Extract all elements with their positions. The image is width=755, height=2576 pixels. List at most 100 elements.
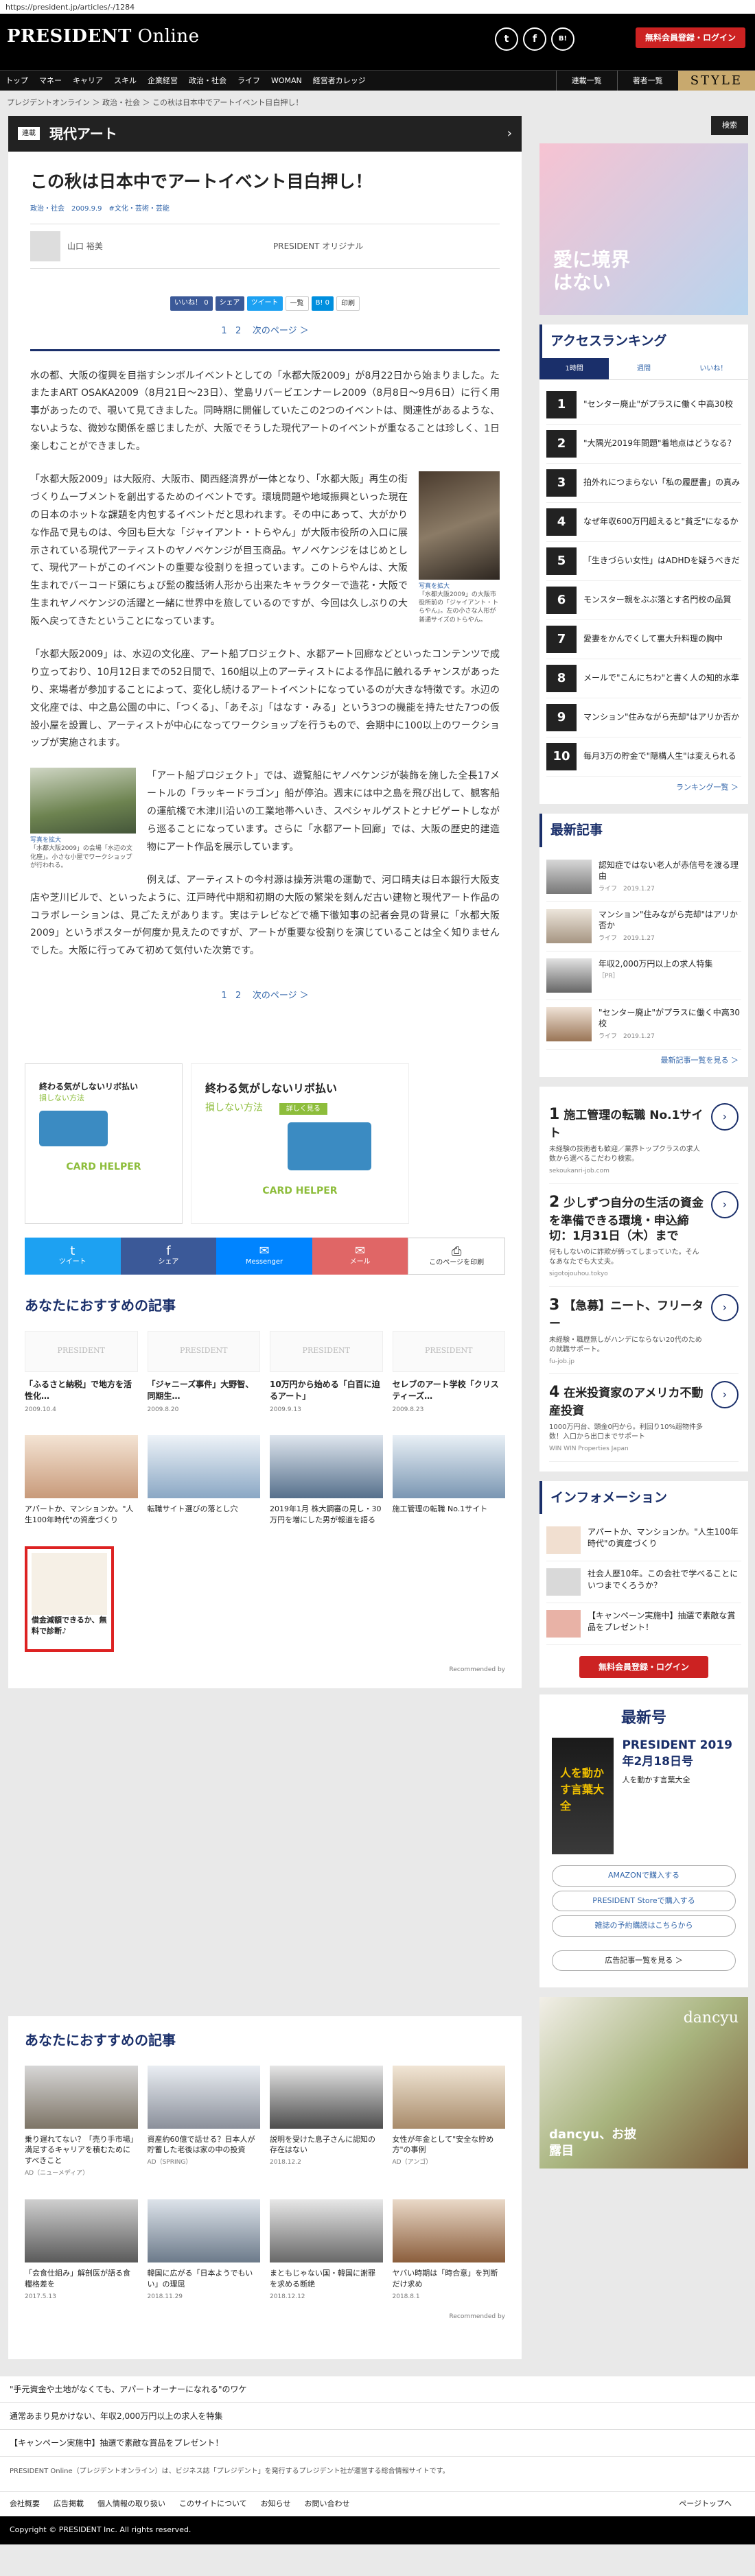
latest-item[interactable]: マンション"住みながら売却"はアリか否か ライフ 2019.1.27 [546, 902, 741, 952]
ranking-item[interactable]: 1 "センター廃止"がプラスに働く中高30校 [546, 386, 741, 425]
ranking-item[interactable]: 6 モンスター親をぶぶ落とす名門校の品質 [546, 581, 741, 620]
recommend-item[interactable]: 説明を受けた息子さんに認知の存在はない 2018.12.2 [270, 2065, 383, 2179]
sponsored-item[interactable]: 転職サイト選びの落とし穴 [147, 1435, 260, 1526]
magazine-cover[interactable]: 人を動かす言葉大全 [552, 1738, 614, 1855]
store-buy-button[interactable]: PRESIDENT Storeで購入する [552, 1890, 736, 1912]
chevron-right-icon[interactable]: › [711, 1103, 739, 1131]
dancyu-ad[interactable]: dancyu dancyu、お披露目 [539, 1997, 748, 2169]
nav-item-college[interactable]: 経営者カレッジ [307, 71, 371, 91]
footer-link[interactable]: 通常あまり見かけない、年収2,000万円以上の求人を特集 [0, 2403, 755, 2430]
sponsored-link-item[interactable]: 2 少しずつ自分の生活の資金を準備できる環境・申込締切：1月31日（木）まで 何もし… [549, 1184, 739, 1287]
latest-item[interactable]: "センター廃止"がプラスに働く中高30校 ライフ 2019.1.27 [546, 1000, 741, 1050]
subscription-button[interactable]: 雑誌の予約購読はこちらから [552, 1915, 736, 1937]
fb-share-button[interactable]: シェア [215, 296, 244, 311]
ranking-more-link[interactable]: ランキング一覧 ＞ [546, 777, 741, 799]
share-messenger-button[interactable]: ✉ Messenger [216, 1237, 312, 1275]
register-login-button[interactable]: 無料会員登録・ログイン [635, 27, 745, 48]
chevron-right-icon[interactable]: › [711, 1190, 739, 1218]
info-item[interactable]: アパートか、マンションか。"人生100年時代"の資産づくり [546, 1520, 741, 1562]
next-page-link[interactable]: 次のページ ＞ [253, 326, 309, 336]
sponsored-link-item[interactable]: 3 【急募】ニート、フリーター 未経験・職歴無しがハンデにならない20代のための就職… [549, 1287, 739, 1375]
nav-item-woman[interactable]: WOMAN [266, 71, 307, 91]
nav-item-life[interactable]: ライフ [232, 71, 266, 91]
waterside-culture-photo[interactable] [30, 768, 136, 834]
search-button[interactable]: 検索 [711, 115, 748, 135]
latest-item[interactable]: 年収2,000万円以上の求人特集 ［PR］ [546, 952, 741, 1000]
tab-like[interactable]: いいね！ [679, 358, 748, 379]
ad-detail-button[interactable]: 詳しく見る [279, 1102, 327, 1115]
tab-week[interactable]: 週間 [609, 358, 678, 379]
ad-revolving-1[interactable]: 終わる気がしないリボ払い 損しない方法 CARD HELPER [25, 1063, 183, 1224]
giant-torayan-photo[interactable] [419, 471, 500, 580]
recommend-item[interactable]: 乗り遅れてない？「売り手市場」満足するキャリアを積むためにすべきこと AD（ニュー… [25, 2065, 138, 2179]
ranking-item[interactable]: 10 毎月3万の貯金で"隠構人生"は変えられる [546, 737, 741, 777]
nav-item-money[interactable]: マネー [34, 71, 67, 91]
sponsored-item[interactable]: アパートか、マンションか。"人生100年時代"の資産づくり [25, 1435, 138, 1526]
print-button[interactable]: 印刷 [336, 296, 360, 311]
nav-item-career[interactable]: キャリア [67, 71, 108, 91]
author-name[interactable]: 山口 裕美 [67, 240, 273, 252]
magazine-row[interactable]: 人を動かす言葉大全 PRESIDENT 2019年2月18日号 人を動かす言葉大… [552, 1738, 736, 1855]
nav-item-skill[interactable]: スキル [108, 71, 142, 91]
sponsored-link-item[interactable]: 4 在米投資家のアメリカ不動産投資 1000万円台、頭金0円から。利回り10%超物件… [549, 1374, 739, 1462]
nav-author-list[interactable]: 著者一覧 [616, 71, 678, 91]
ranking-item[interactable]: 9 マンション"住みながら売却"はアリか否か [546, 698, 741, 737]
recommend-item[interactable]: 韓国に広がる「日本ようでもいい」の理屈 2018.11.29 [147, 2199, 260, 2302]
sponsored-item[interactable]: 施工管理の転職 No.1サイト [392, 1435, 505, 1526]
list-button[interactable]: 一覧 [285, 296, 309, 311]
ranking-item[interactable]: 8 メールで"こんにちわ"と書く人の知的水準 [546, 659, 741, 698]
facebook-icon[interactable]: f [523, 27, 546, 51]
amazon-buy-button[interactable]: AMAZONで購入する [552, 1865, 736, 1887]
latest-more-link[interactable]: 最新記事一覧を見る ＞ [546, 1050, 741, 1072]
hatena-button[interactable]: B! 0 [311, 296, 334, 311]
article-photo-2[interactable]: 写真を拡大 「水都大阪2009」の会場「水辺の文化座」。小さな小屋でワークショップ… [30, 768, 136, 870]
share-print-button[interactable]: ⎙ このページを印刷 [408, 1237, 505, 1275]
recommend-item[interactable]: PRESIDENT 「ふるさと納税」で地方を活性化… 2009.10.4 [25, 1330, 138, 1415]
latest-item[interactable]: 認知症ではない老人が赤信号を渡る理由 ライフ 2019.1.27 [546, 853, 741, 902]
hatena-icon[interactable]: B! [551, 27, 574, 51]
ad-revolving-2[interactable]: 終わる気がしないリボ払い 損しない方法 詳しく見る CARD HELPER [191, 1063, 409, 1224]
site-logo[interactable]: PRESIDENT Online [7, 23, 200, 50]
share-twitter-button[interactable]: t ツイート [25, 1237, 121, 1275]
nav-item-politics[interactable]: 政治・社会 [183, 71, 232, 91]
chevron-right-icon[interactable]: › [711, 1293, 739, 1321]
nav-series-list[interactable]: 連載一覧 [555, 71, 617, 91]
sponsored-link-item[interactable]: 1 施工管理の転職 No.1サイト 未経験の技術者も歓迎／業界トップクラスの求人数か… [549, 1096, 739, 1184]
recommend-item[interactable]: 女性が年金として"安全な貯め方"の事例 AD（アンゴ） [392, 2065, 505, 2179]
ranking-item[interactable]: 4 なぜ年収600万円超えると"貧乏"になるか [546, 503, 741, 542]
info-item[interactable]: 社会人歴10年。この会社で学べることにいつまでくろうか？ [546, 1561, 741, 1604]
page-1-link[interactable]: 1 [221, 326, 226, 336]
recommend-item[interactable]: PRESIDENT 10万円から始める「白百に迫るアート」 2009.9.13 [270, 1330, 383, 1415]
article-meta[interactable]: 政治・社会 2009.9.9 #文化・芸術・芸能 [30, 204, 500, 214]
twitter-icon[interactable]: t [495, 27, 518, 51]
sidebar-register-button[interactable]: 無料会員登録・ログイン [579, 1656, 708, 1679]
recommend-item[interactable]: まともじゃない国・韓国に謝罪を求める断絶 2018.12.12 [270, 2199, 383, 2302]
nav-item-management[interactable]: 企業経営 [142, 71, 183, 91]
footer-nav-news[interactable]: お知らせ [261, 2498, 291, 2510]
nav-item-top[interactable]: トップ [0, 71, 34, 91]
recommend-item[interactable]: 資産約60億で話せる？日本人が貯蓄した老後は家の中の投資 AD（SPRING） [147, 2065, 260, 2179]
series-header[interactable]: 連載 現代アート › [8, 115, 522, 152]
tab-hour[interactable]: 1時間 [539, 357, 609, 379]
like-button[interactable]: いいね！ 0 [170, 296, 213, 311]
sponsored-item[interactable]: 2019年1月 株大鋼審の見し・30万円を増にした男が報道を語る [270, 1435, 383, 1526]
share-mail-button[interactable]: ✉ メール [312, 1237, 408, 1275]
chevron-right-icon[interactable]: › [711, 1381, 739, 1409]
footer-nav-about[interactable]: このサイトについて [179, 2498, 247, 2510]
page-1-link[interactable]: 1 [221, 991, 226, 1001]
footer-nav-ads[interactable]: 広告掲載 [54, 2498, 84, 2510]
ad-articles-button[interactable]: 広告記事一覧を見る ＞ [552, 1950, 736, 1972]
article-photo-1[interactable]: 写真を拡大 「水都大阪2009」の大阪市役所前の「ジャイアント・トらやん」。左の小… [419, 471, 500, 624]
footer-link[interactable]: "手元資金や土地がなくても、アパートオーナーになれる"のワケ [0, 2376, 755, 2403]
ranking-item[interactable]: 2 "大隅光2019年問題"着地点はどうなる？ [546, 425, 741, 464]
banner-ad[interactable]: 愛に境界はない [539, 143, 748, 315]
nav-style-link[interactable]: STYLE [677, 71, 755, 91]
next-page-link[interactable]: 次のページ ＞ [253, 991, 309, 1001]
recommend-item[interactable]: PRESIDENT 「ジャニーズ事件」大野智、同期生… 2009.8.20 [147, 1330, 260, 1415]
debt-promo-ad[interactable]: 借金減額できるか、無料で診断♪ [25, 1546, 114, 1652]
ranking-item[interactable]: 5 「生きづらい女性」はADHDを疑うべきだ [546, 542, 741, 581]
ranking-item[interactable]: 7 愛妻をかんでくして裏大升料理の胸中 [546, 620, 741, 659]
footer-nav-privacy[interactable]: 個人情報の取り扱い [97, 2498, 165, 2510]
footer-nav-contact[interactable]: お問い合わせ [304, 2498, 349, 2510]
info-item[interactable]: 【キャンペーン実施中】抽選で素敵な賞品をプレゼント！ [546, 1603, 741, 1646]
